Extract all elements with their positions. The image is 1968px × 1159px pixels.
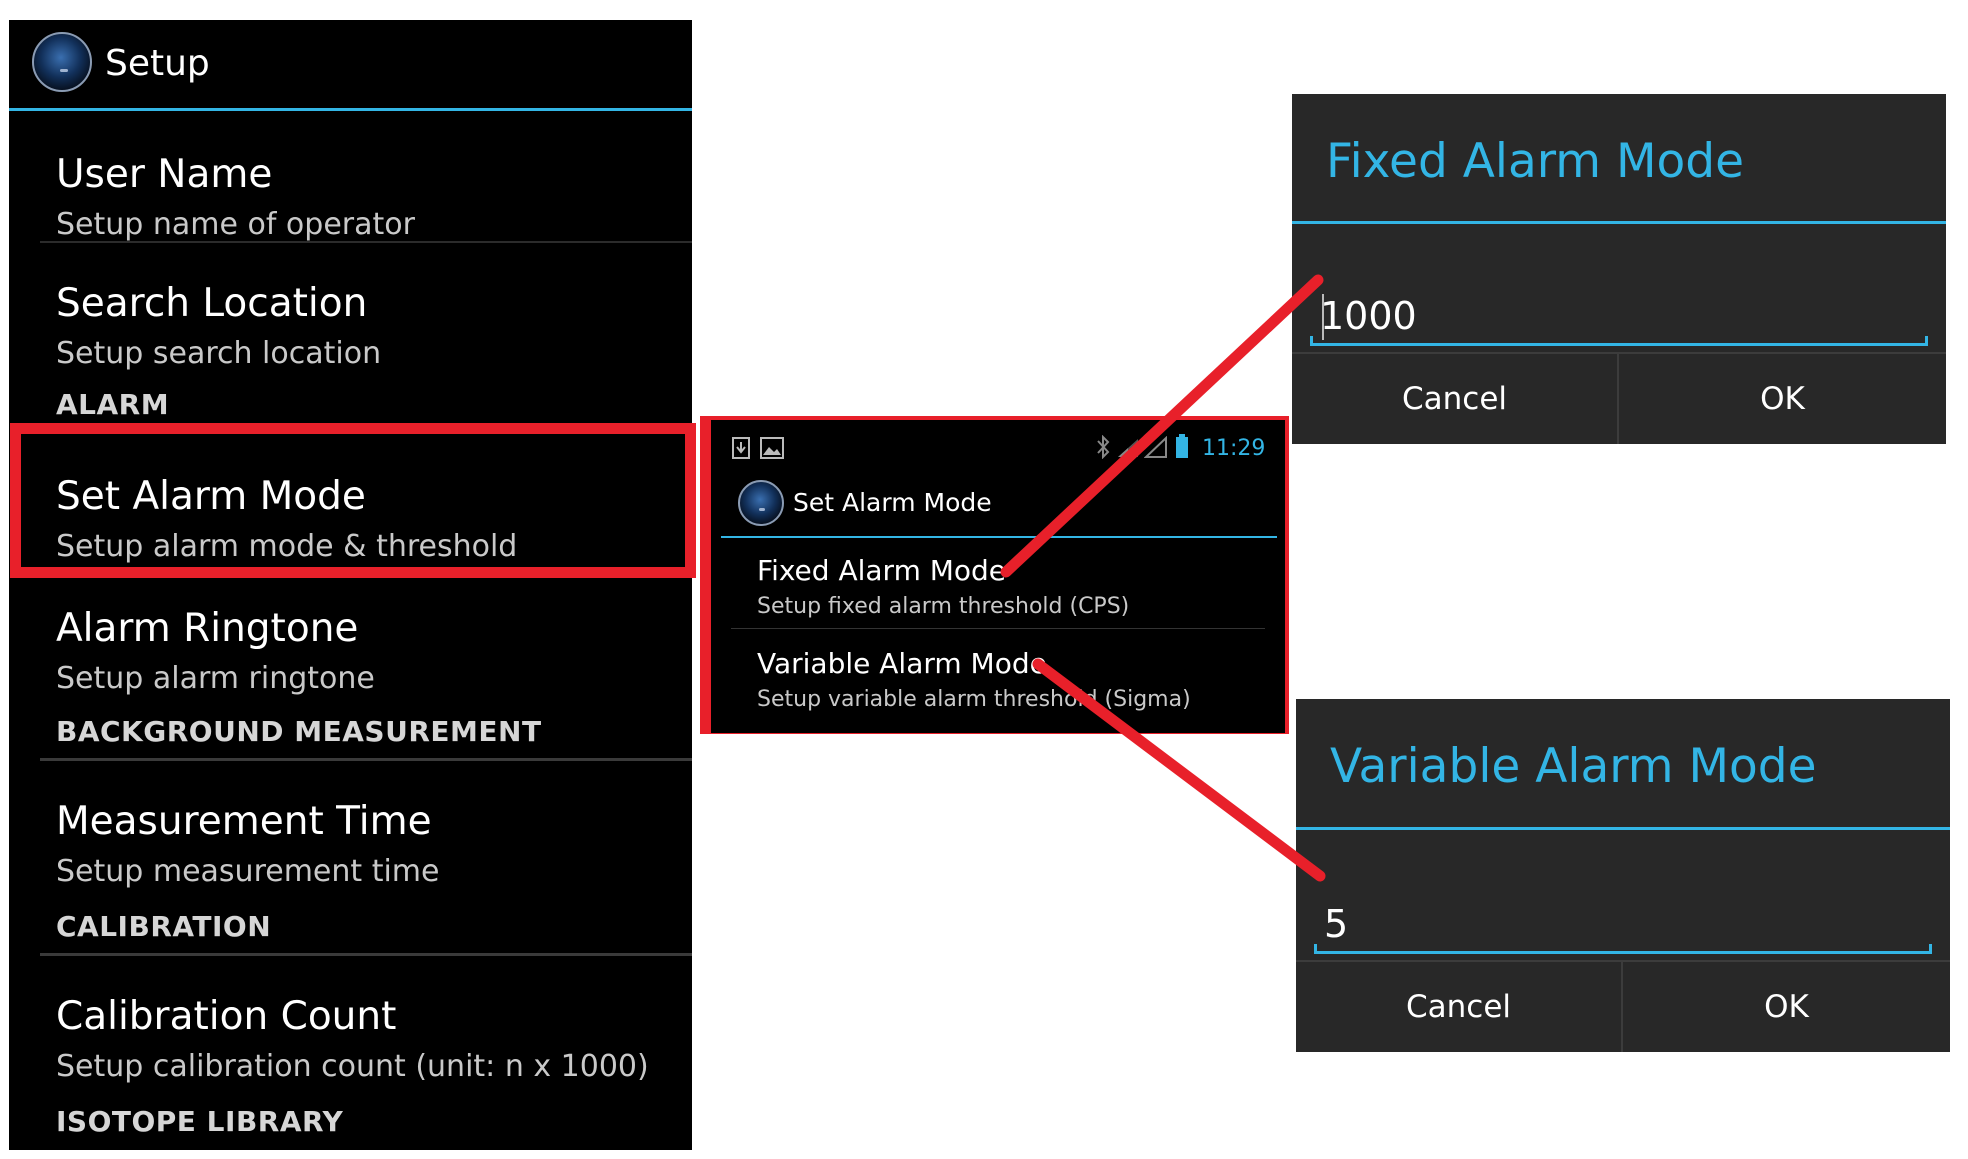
connector-lines xyxy=(1000,274,1326,882)
connector-variable xyxy=(1032,658,1326,882)
connector-fixed xyxy=(1000,274,1324,578)
